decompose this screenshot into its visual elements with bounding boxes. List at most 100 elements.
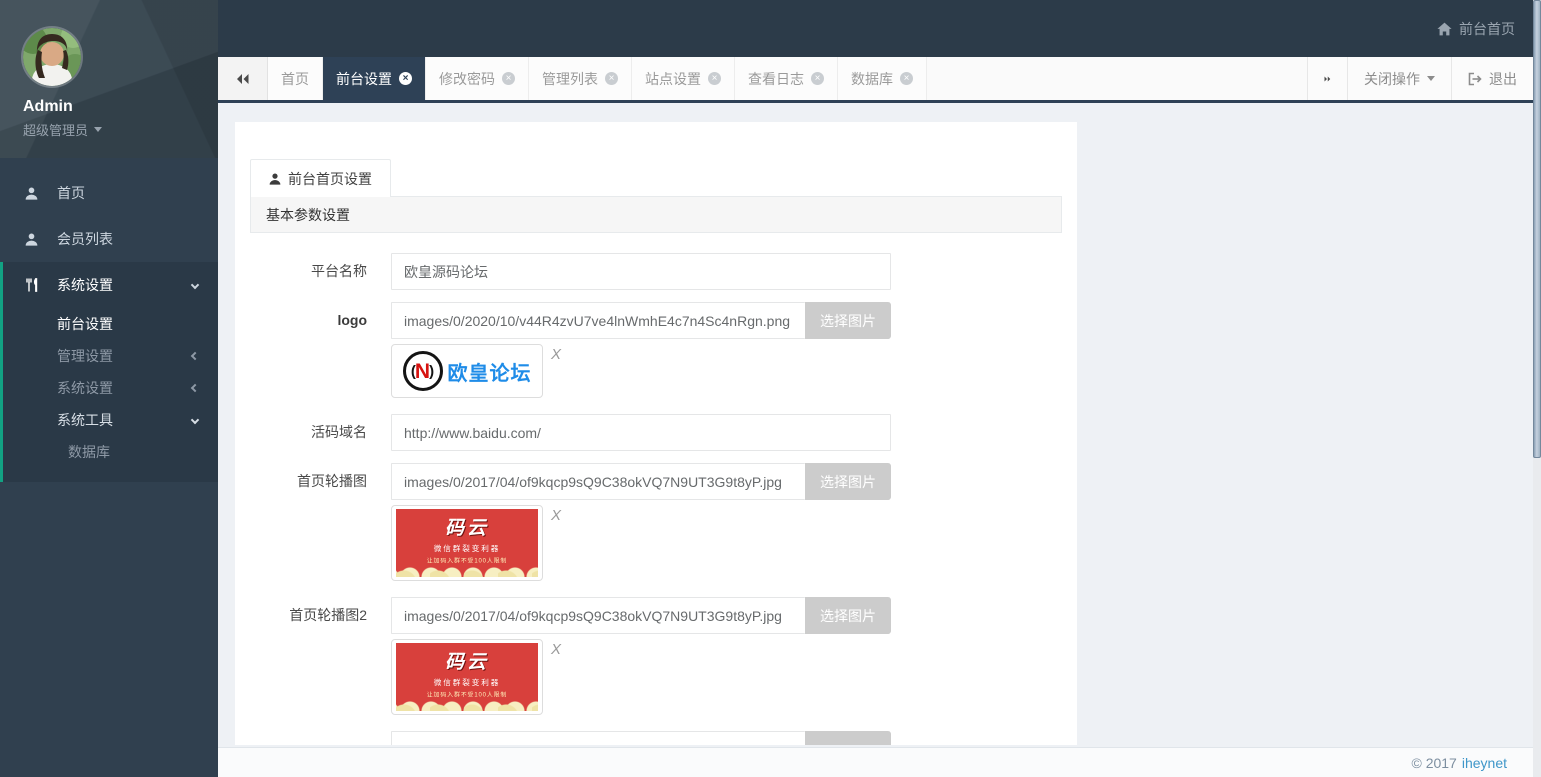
- banner-clouds: [396, 696, 538, 711]
- user-icon: [24, 233, 38, 246]
- form-row-carousel-2: 首页轮播图2 选择图片: [250, 597, 1062, 634]
- tab-close-icon[interactable]: ×: [605, 72, 618, 85]
- banner-image: 码云 微信群裂变利器 让加码入群不受100人限制: [396, 643, 538, 711]
- cutlery-icon: [24, 278, 38, 292]
- tab-label: 前台设置: [336, 69, 392, 89]
- sidebar-subitem-admin-settings[interactable]: 管理设置: [3, 340, 218, 372]
- tab-title: 前台首页设置: [288, 169, 372, 189]
- form-row-logo: logo 选择图片: [250, 302, 1062, 339]
- carousel2-path-input[interactable]: [391, 597, 805, 634]
- footer-brand-link[interactable]: iheynet: [1462, 755, 1507, 771]
- choose-image-button[interactable]: 选择图片: [805, 597, 891, 634]
- carousel1-preview: 码云 微信群裂变利器 让加码入群不受100人限制: [391, 505, 543, 581]
- tab-admin-list[interactable]: 管理列表 ×: [529, 57, 632, 100]
- scrollbar-thumb[interactable]: [1533, 0, 1541, 458]
- tab-view-logs[interactable]: 查看日志 ×: [735, 57, 838, 100]
- field-label: 首页轮播图: [250, 463, 391, 500]
- field-label: 活码域名: [250, 414, 391, 451]
- tab-close-icon[interactable]: ×: [502, 72, 515, 85]
- sidebar-subitem-database[interactable]: 数据库: [3, 436, 218, 468]
- admin-app: Admin 超级管理员 首页 会员列表: [0, 0, 1541, 777]
- chevron-left-icon: [191, 384, 199, 392]
- sidebar-subitem-system-settings[interactable]: 系统设置: [3, 372, 218, 404]
- sidebar-subitem-label: 系统工具: [57, 410, 113, 430]
- double-chevron-left-icon: [235, 73, 250, 85]
- choose-image-button[interactable]: [805, 731, 891, 745]
- avatar[interactable]: [23, 28, 81, 86]
- sidebar-item-label: 首页: [57, 183, 85, 203]
- sidebar-item-system-settings[interactable]: 系统设置: [3, 262, 218, 308]
- remove-image-button[interactable]: X: [551, 346, 561, 363]
- logout-label: 退出: [1489, 69, 1517, 89]
- topbar: 前台首页: [218, 0, 1541, 57]
- close-operations-label: 关闭操作: [1364, 69, 1420, 89]
- tab-front-settings[interactable]: 前台设置 ×: [323, 57, 426, 100]
- tab-label: 查看日志: [748, 69, 804, 89]
- tabs-scroll-right-button[interactable]: [1307, 57, 1347, 100]
- chevron-down-icon: [191, 416, 199, 424]
- remove-image-button[interactable]: X: [551, 641, 561, 658]
- tab-label: 首页: [281, 69, 309, 89]
- tabs-scroll-left-button[interactable]: [218, 57, 268, 100]
- tab-close-icon[interactable]: ×: [399, 72, 412, 85]
- home-icon: [1437, 22, 1452, 36]
- logo-preview-row: (N) 欧皇论坛 X: [250, 344, 1062, 398]
- logo-path-input[interactable]: [391, 302, 805, 339]
- banner-image: 码云 微信群裂变利器 让加码入群不受100人限制: [396, 509, 538, 577]
- chevron-left-icon: [191, 352, 199, 360]
- tab-label: 数据库: [851, 69, 893, 89]
- breadcrumb[interactable]: 前台首页: [1437, 19, 1515, 39]
- tabbar: 首页 前台设置 × 修改密码 × 管理列表 × 站点设置 × 查看日志 × 数据…: [218, 57, 1533, 103]
- logo-preview: (N) 欧皇论坛: [391, 344, 543, 398]
- close-operations-dropdown[interactable]: 关闭操作: [1347, 57, 1451, 100]
- tab-label: 站点设置: [645, 69, 701, 89]
- logout-button[interactable]: 退出: [1451, 57, 1533, 100]
- tab-close-icon[interactable]: ×: [811, 72, 824, 85]
- tab-label: 修改密码: [439, 69, 495, 89]
- tab-database[interactable]: 数据库 ×: [838, 57, 927, 100]
- tab-home[interactable]: 首页: [268, 57, 323, 100]
- user-name: Admin: [23, 98, 218, 116]
- sidebar-subitem-label: 数据库: [68, 442, 110, 462]
- sidebar-item-label: 会员列表: [57, 229, 113, 249]
- vertical-scrollbar: [1533, 0, 1541, 777]
- sidebar-subitem-front-settings[interactable]: 前台设置: [3, 308, 218, 340]
- sidebar-item-members[interactable]: 会员列表: [0, 216, 218, 262]
- choose-image-button[interactable]: 选择图片: [805, 302, 891, 339]
- sidebar-subitem-label: 前台设置: [57, 314, 113, 334]
- field-label: 首页轮播图2: [250, 597, 391, 634]
- form-row-live-domain: 活码域名: [250, 414, 1062, 451]
- field-label: [250, 731, 391, 745]
- copyright-text: © 2017: [1411, 755, 1456, 771]
- panel-title: 基本参数设置: [266, 207, 350, 223]
- tab-close-icon[interactable]: ×: [900, 72, 913, 85]
- platform-name-input[interactable]: [391, 253, 891, 290]
- user-role-dropdown[interactable]: 超级管理员: [23, 120, 218, 139]
- partial-path-input[interactable]: [391, 731, 805, 745]
- carousel1-preview-row: 码云 微信群裂变利器 让加码入群不受100人限制 X: [250, 505, 1062, 581]
- user-icon: [24, 187, 38, 200]
- sign-out-icon: [1468, 72, 1482, 86]
- sidebar-item-home[interactable]: 首页: [0, 170, 218, 216]
- logo-emblem-icon: (N): [403, 351, 443, 391]
- banner-clouds: [396, 562, 538, 577]
- tabbar-right-controls: 关闭操作 退出: [1307, 57, 1533, 100]
- footer: © 2017 iheynet: [218, 747, 1533, 777]
- form: 平台名称 logo 选择图片: [235, 233, 1077, 745]
- sidebar-subitem-system-tools[interactable]: 系统工具: [3, 404, 218, 436]
- carousel2-preview: 码云 微信群裂变利器 让加码入群不受100人限制: [391, 639, 543, 715]
- tab-close-icon[interactable]: ×: [708, 72, 721, 85]
- caret-down-icon: [94, 127, 102, 132]
- choose-image-button[interactable]: 选择图片: [805, 463, 891, 500]
- remove-image-button[interactable]: X: [551, 507, 561, 524]
- sidebar-group-system-settings: 系统设置 前台设置 管理设置 系统设置 系统工具: [0, 262, 218, 482]
- logo-image: (N) 欧皇论坛: [403, 351, 532, 391]
- form-row-partial: [250, 731, 1062, 745]
- content-area: 前台首页设置 基本参数设置 平台名称 logo: [218, 103, 1533, 747]
- tab-change-password[interactable]: 修改密码 ×: [426, 57, 529, 100]
- carousel1-path-input[interactable]: [391, 463, 805, 500]
- panel-header: 基本参数设置: [250, 196, 1062, 233]
- live-domain-input[interactable]: [391, 414, 891, 451]
- tab-site-settings[interactable]: 站点设置 ×: [632, 57, 735, 100]
- tab-front-home-settings[interactable]: 前台首页设置: [250, 159, 391, 197]
